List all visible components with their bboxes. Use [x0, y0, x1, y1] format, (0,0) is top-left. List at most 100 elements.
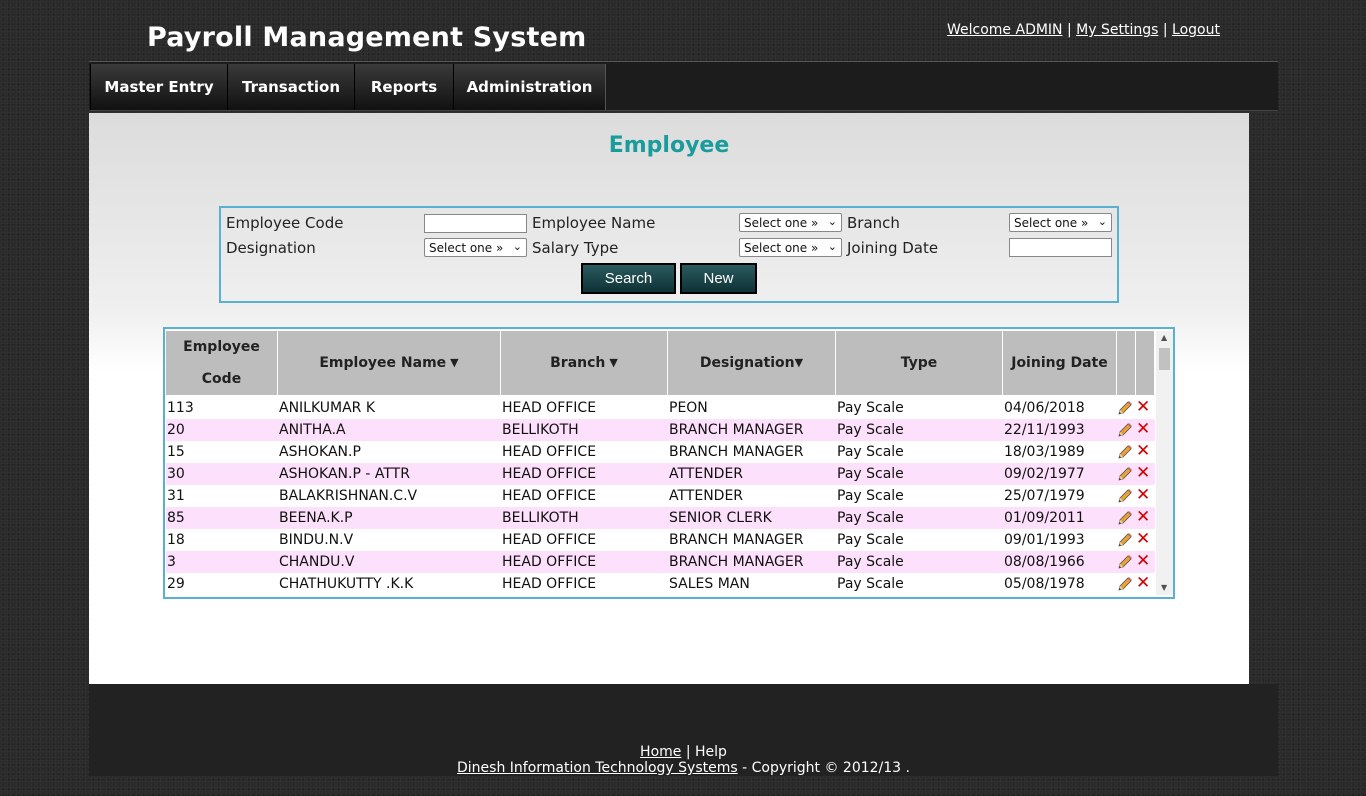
cell-employee-name: ASHOKAN.P - ATTR: [279, 466, 410, 482]
pencil-icon[interactable]: [1117, 510, 1133, 526]
pencil-icon[interactable]: [1117, 554, 1133, 570]
search-button[interactable]: Search: [581, 263, 676, 294]
cell-type: Pay Scale: [837, 510, 904, 526]
cell-type: Pay Scale: [837, 444, 904, 460]
cell-designation: ATTENDER: [669, 466, 744, 482]
pencil-icon[interactable]: [1117, 444, 1133, 460]
sort-down-icon[interactable]: ▼: [450, 347, 458, 379]
cell-joining-date: 04/06/2018: [1004, 400, 1085, 416]
column-header-branch[interactable]: Branch ▼: [501, 331, 668, 395]
cell-joining-date: 09/01/1993: [1004, 532, 1085, 548]
table-row: 20 ANITHA.A BELLIKOTH BRANCH MANAGER Pay Sca…: [166, 419, 1155, 441]
logout-link[interactable]: Logout: [1172, 22, 1220, 38]
pencil-icon[interactable]: [1117, 400, 1133, 416]
joining-date-input[interactable]: [1009, 238, 1112, 257]
nav-master-entry[interactable]: Master Entry: [90, 64, 228, 110]
employee-name-label: Employee Name: [532, 214, 656, 232]
sort-down-icon[interactable]: ▼: [795, 347, 803, 379]
cell-branch: HEAD OFFICE: [502, 554, 597, 570]
cell-employee-code: 18: [167, 532, 185, 548]
cell-joining-date: 05/08/1978: [1004, 576, 1085, 592]
cell-branch: HEAD OFFICE: [502, 466, 597, 482]
cell-joining-date: 22/11/1993: [1004, 422, 1085, 438]
cell-joining-date: 09/02/1977: [1004, 466, 1085, 482]
my-settings-link[interactable]: My Settings: [1076, 22, 1158, 38]
delete-icon[interactable]: ✕: [1136, 464, 1150, 482]
table-row: 31 BALAKRISHNAN.C.V HEAD OFFICE ATTENDER Pay…: [166, 485, 1155, 507]
separator: |: [1162, 22, 1168, 38]
app-title: Payroll Management System: [147, 22, 587, 53]
joining-date-label: Joining Date: [847, 239, 939, 257]
company-link[interactable]: Dinesh Information Technology Systems: [457, 760, 738, 776]
delete-icon[interactable]: ✕: [1136, 442, 1150, 460]
scroll-down-arrow-icon[interactable]: ▼: [1161, 583, 1167, 592]
new-button[interactable]: New: [680, 263, 757, 294]
column-header-type: Type: [836, 331, 1003, 395]
pencil-icon[interactable]: [1117, 466, 1133, 482]
table-row: 85 BEENA.K.P BELLIKOTH SENIOR CLERK Pay Scal…: [166, 507, 1155, 529]
joining-date-header-label: Joining Date: [1011, 355, 1108, 371]
nav-administration[interactable]: Administration: [453, 64, 606, 110]
employee-name-select[interactable]: Select one » ⌄: [739, 213, 842, 232]
footer: Home | Help Dinesh Information Technolog…: [89, 684, 1278, 776]
cell-type: Pay Scale: [837, 466, 904, 482]
cell-designation: SENIOR CLERK: [669, 510, 772, 526]
cell-joining-date: 08/08/1966: [1004, 554, 1085, 570]
content-panel: Employee Employee Code Employee Name Sel…: [89, 113, 1249, 684]
home-link[interactable]: Home: [640, 744, 681, 760]
salary-type-select[interactable]: Select one » ⌄: [739, 238, 842, 257]
pencil-icon[interactable]: [1117, 422, 1133, 438]
table-row: 3 CHANDU.V HEAD OFFICE BRANCH MANAGER Pay Sc…: [166, 551, 1155, 573]
pencil-icon[interactable]: [1117, 576, 1133, 592]
cell-type: Pay Scale: [837, 576, 904, 592]
cell-employee-name: ASHOKAN.P: [279, 444, 361, 460]
cell-employee-code: 15: [167, 444, 185, 460]
delete-icon[interactable]: ✕: [1136, 398, 1150, 416]
column-header-designation[interactable]: Designation ▼: [668, 331, 836, 395]
branch-label: Branch: [847, 214, 900, 232]
table-row: 29 CHATHUKUTTY .K.K HEAD OFFICE SALES MAN Pa…: [166, 573, 1155, 595]
delete-icon[interactable]: ✕: [1136, 552, 1150, 570]
help-link[interactable]: Help: [695, 744, 727, 760]
cell-employee-code: 30: [167, 466, 185, 482]
chevron-down-icon: ⌄: [827, 240, 837, 253]
chevron-down-icon: ⌄: [512, 240, 522, 253]
delete-icon[interactable]: ✕: [1136, 530, 1150, 548]
welcome-link[interactable]: Welcome ADMIN: [947, 22, 1063, 38]
cell-employee-name: ANILKUMAR K: [279, 400, 376, 416]
scroll-thumb[interactable]: [1159, 348, 1170, 370]
delete-icon[interactable]: ✕: [1136, 486, 1150, 504]
column-header-code: Employee Code: [166, 331, 278, 395]
cell-type: Pay Scale: [837, 554, 904, 570]
cell-employee-code: 113: [167, 400, 194, 416]
employee-name-select-value: Select one »: [744, 215, 819, 230]
table-scrollbar[interactable]: ▲ ▼: [1156, 331, 1173, 595]
cell-employee-name: BEENA.K.P: [279, 510, 353, 526]
code-header-line1: Employee: [183, 339, 260, 355]
salary-type-label: Salary Type: [532, 239, 619, 257]
sort-down-icon[interactable]: ▼: [609, 347, 617, 379]
cell-employee-code: 3: [167, 554, 176, 570]
cell-branch: HEAD OFFICE: [502, 488, 597, 504]
branch-select[interactable]: Select one » ⌄: [1009, 213, 1112, 232]
cell-type: Pay Scale: [837, 488, 904, 504]
scroll-up-arrow-icon[interactable]: ▲: [1161, 333, 1167, 342]
cell-employee-name: ANITHA.A: [279, 422, 346, 438]
cell-designation: BRANCH MANAGER: [669, 554, 804, 570]
pencil-icon[interactable]: [1117, 532, 1133, 548]
delete-icon[interactable]: ✕: [1136, 574, 1150, 592]
cell-employee-code: 20: [167, 422, 185, 438]
code-header-line2: Code: [201, 371, 242, 387]
column-header-name[interactable]: Employee Name ▼: [278, 331, 501, 395]
employee-code-input[interactable]: [424, 214, 527, 233]
column-header-delete: [1136, 331, 1155, 395]
pencil-icon[interactable]: [1117, 488, 1133, 504]
nav-reports[interactable]: Reports: [354, 64, 454, 110]
nav-transaction[interactable]: Transaction: [227, 64, 355, 110]
delete-icon[interactable]: ✕: [1136, 508, 1150, 526]
designation-select[interactable]: Select one » ⌄: [424, 238, 527, 257]
branch-select-value: Select one »: [1014, 215, 1089, 230]
cell-employee-name: CHANDU.V: [279, 554, 355, 570]
designation-header-label: Designation: [699, 355, 795, 371]
delete-icon[interactable]: ✕: [1136, 420, 1150, 438]
